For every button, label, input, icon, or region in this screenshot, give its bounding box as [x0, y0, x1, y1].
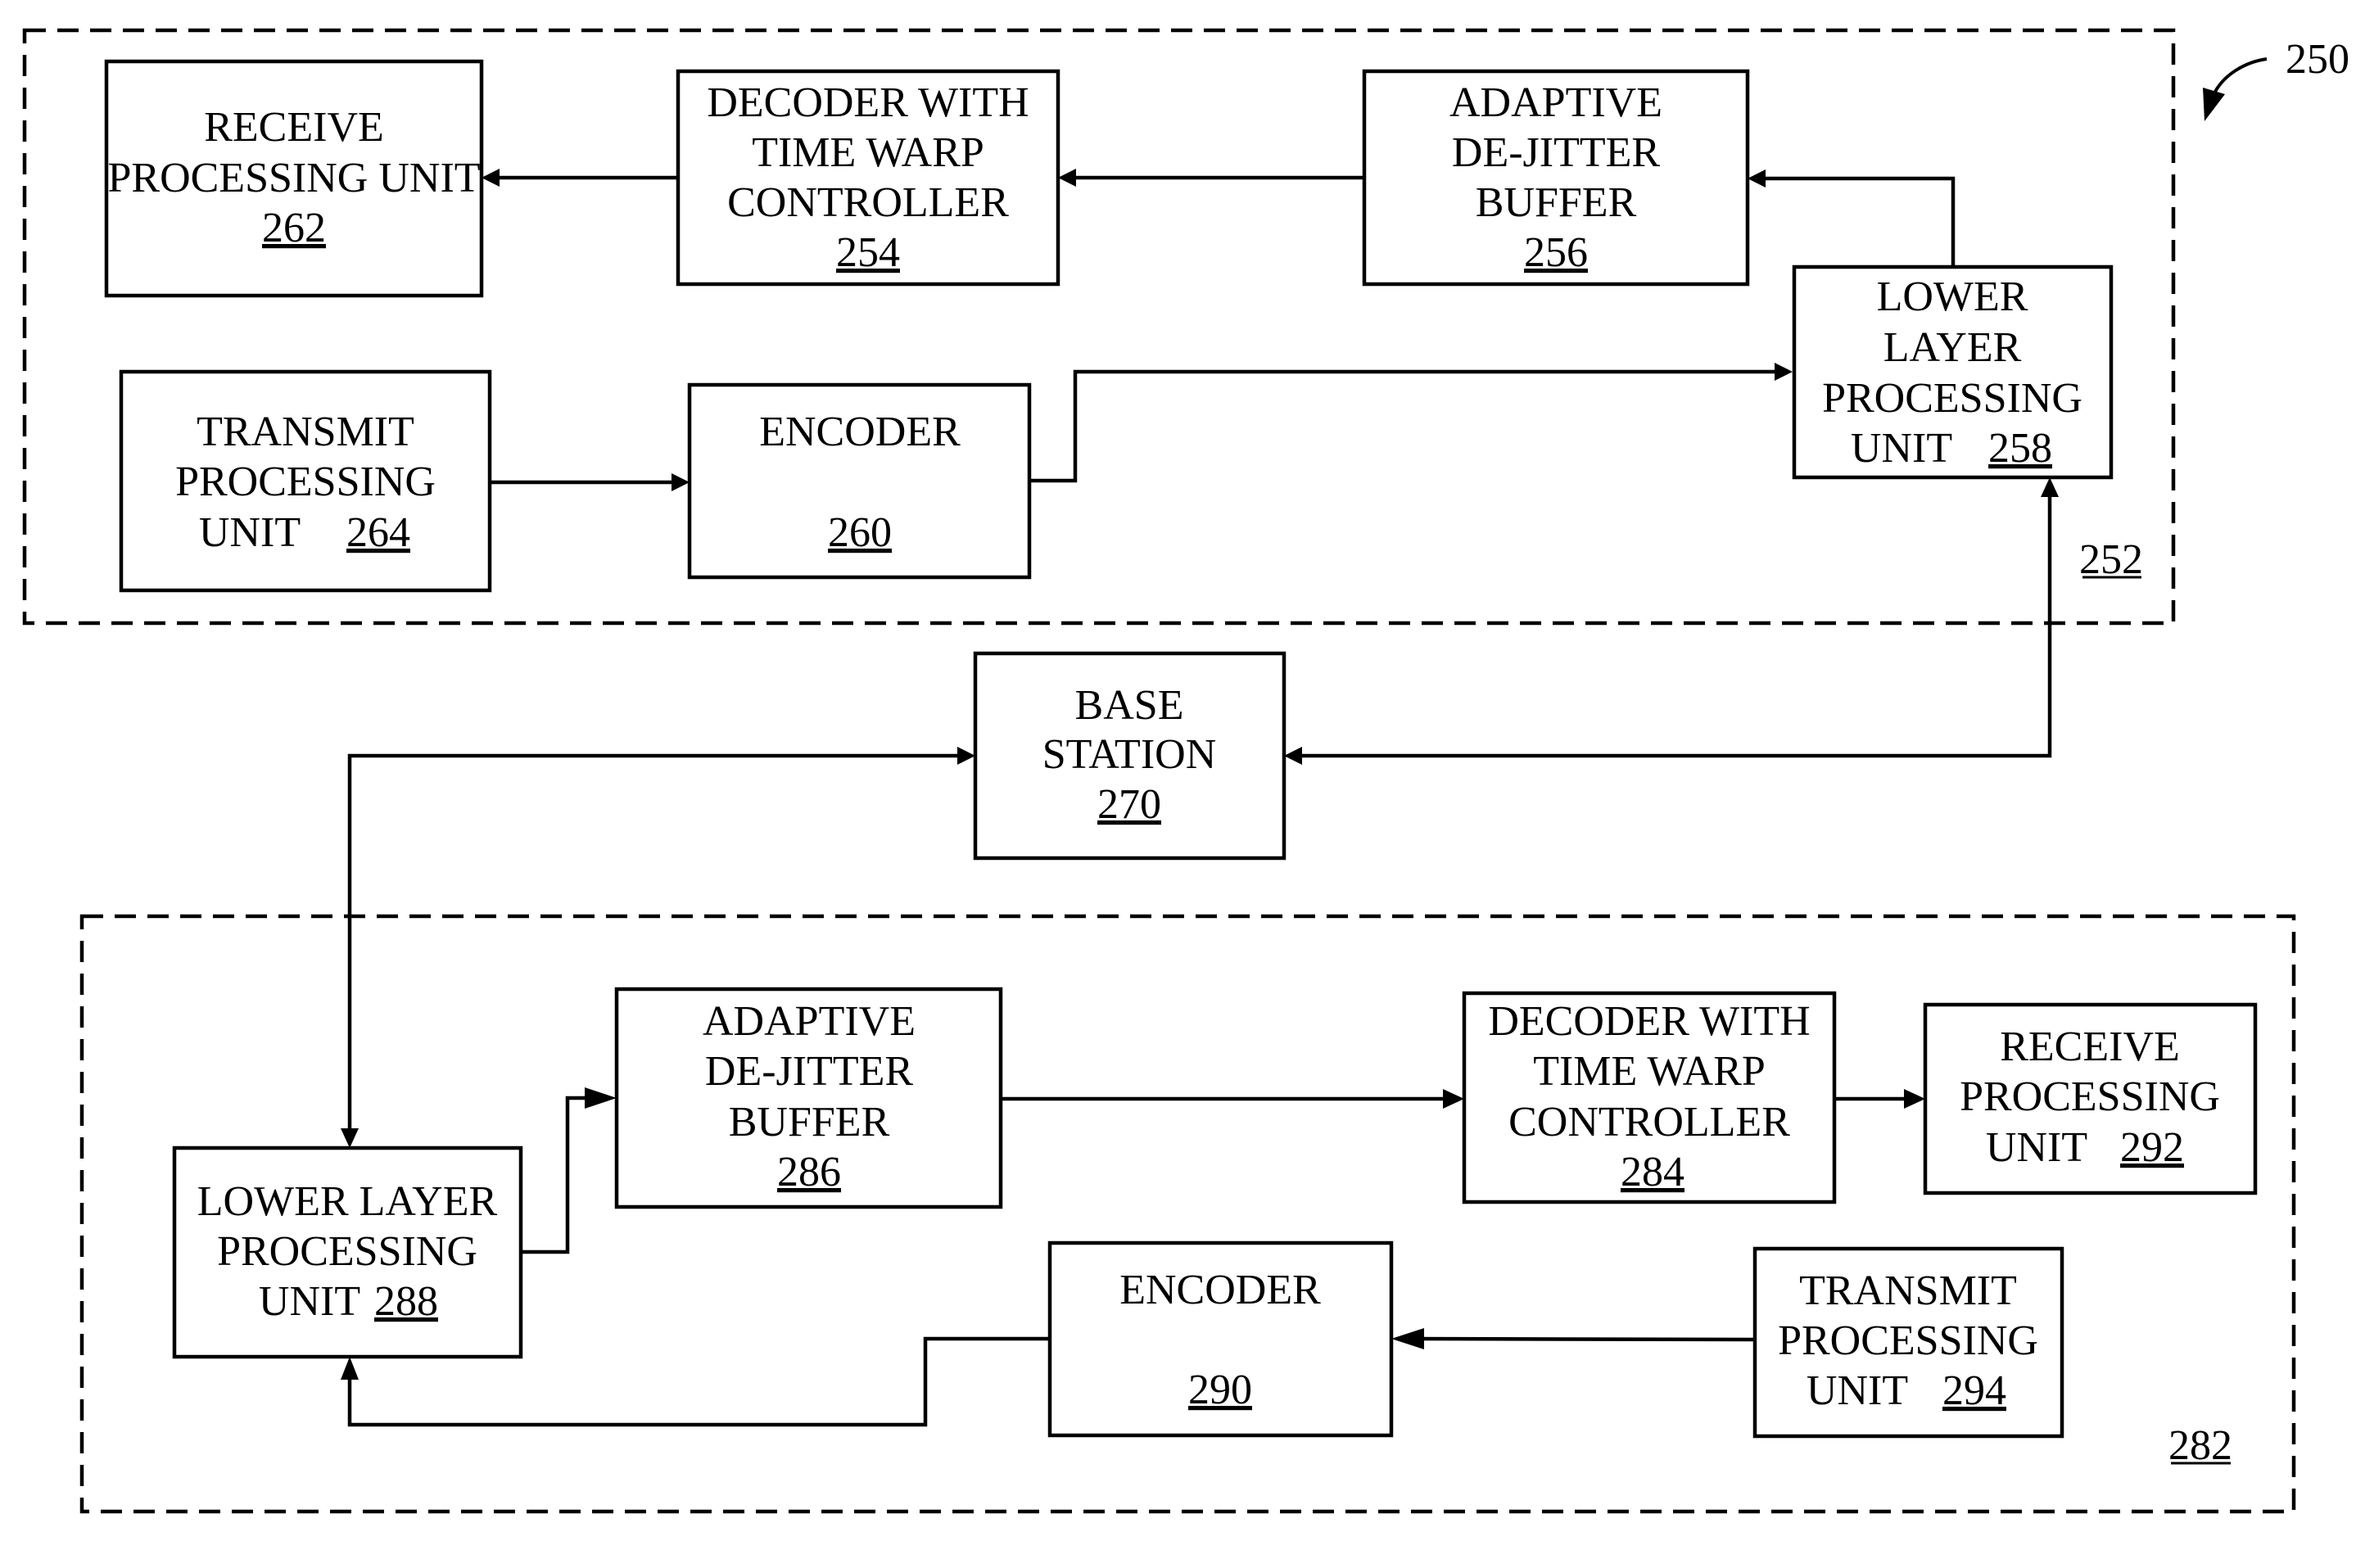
block-label-line: UNIT — [1851, 425, 1952, 472]
block-receive-262[interactable]: RECEIVE PROCESSING UNIT 262 — [104, 59, 484, 298]
block-reference: 260 — [828, 509, 892, 556]
block-reference: 258 — [1988, 425, 2052, 472]
wire-270-to-258 — [1299, 492, 2052, 758]
block-dejitter-256[interactable]: ADAPTIVE DE-JITTER BUFFER 256 — [1362, 69, 1750, 287]
wire-294-to-290 — [1405, 1336, 1756, 1342]
block-label-line: LOWER — [1877, 273, 2028, 320]
block-label-line: STATION — [1042, 731, 1217, 778]
block-lower-layer-258[interactable]: LOWER LAYER PROCESSING UNIT 258 — [1792, 264, 2114, 480]
block-reference: 254 — [836, 229, 900, 276]
block-label-line: PROCESSING — [1960, 1073, 2220, 1120]
block-label-line: ENCODER — [1119, 1267, 1321, 1313]
block-reference: 270 — [1097, 781, 1161, 828]
arrowhead-icon — [482, 169, 500, 187]
block-label-line: PROCESSING — [217, 1228, 477, 1275]
block-label-line: TRANSMIT — [1799, 1268, 2017, 1314]
block-label-line: UNIT — [1807, 1367, 1908, 1414]
curved-arrow-head-icon — [2203, 88, 2225, 121]
block-label-line: LOWER LAYER — [197, 1178, 498, 1225]
block-encoder-260[interactable]: ENCODER 260 — [687, 382, 1032, 580]
arrowhead-icon — [341, 1357, 359, 1380]
arrowhead-icon — [1443, 1089, 1464, 1109]
block-diagram: 250 252 282 RECEIVE PROCESSING UNIT 262 … — [22, 28, 2349, 1514]
arrowhead-icon — [1775, 363, 1793, 381]
block-label-line: BUFFER — [729, 1099, 890, 1145]
block-label-line: PROCESSING — [1778, 1317, 2038, 1364]
arrowhead-icon — [1391, 1328, 1424, 1349]
arrowhead-icon — [1058, 169, 1076, 187]
block-label-line: RECEIVE — [2000, 1023, 2180, 1070]
block-label-line: RECEIVE — [204, 104, 384, 151]
arrowhead-icon — [1904, 1089, 1925, 1109]
block-reference: 262 — [262, 205, 326, 251]
arrowhead-icon — [1284, 747, 1302, 765]
block-decoder-254[interactable]: DECODER WITH TIME WARP CONTROLLER 254 — [676, 69, 1060, 287]
block-label-line: ADAPTIVE — [703, 998, 916, 1045]
block-reference: 294 — [1942, 1367, 2006, 1414]
arrowhead-icon — [672, 473, 690, 491]
figure-reference-label: 250 — [2286, 36, 2349, 83]
arrowhead-icon — [341, 1128, 359, 1148]
block-reference: 288 — [374, 1278, 438, 1325]
wire-260-to-258 — [1029, 369, 1778, 483]
block-label-line: BASE — [1075, 682, 1184, 729]
block-label-line: CONTROLLER — [727, 179, 1009, 226]
block-label-line: PROCESSING — [175, 459, 436, 505]
device-bottom-reference: 282 — [2168, 1422, 2232, 1469]
block-reference: 292 — [2120, 1124, 2184, 1171]
block-label-line: CONTROLLER — [1508, 1099, 1790, 1145]
block-label-line: PROCESSING UNIT — [107, 155, 480, 201]
curved-arrow-icon — [2214, 57, 2268, 93]
block-reference: 286 — [777, 1149, 841, 1195]
arrowhead-icon — [585, 1087, 617, 1109]
block-dejitter-286[interactable]: ADAPTIVE DE-JITTER BUFFER 286 — [614, 987, 1003, 1209]
block-base-station-270[interactable]: BASE STATION 270 — [973, 651, 1287, 861]
block-label-line: PROCESSING — [1822, 375, 2082, 422]
block-label-line: TIME WARP — [752, 129, 984, 176]
block-reference: 290 — [1188, 1367, 1252, 1413]
block-label-line: UNIT — [259, 1278, 360, 1325]
wire-258-to-256 — [1762, 176, 1956, 267]
arrowhead-icon — [1748, 169, 1766, 188]
block-label-line: UNIT — [1986, 1124, 2087, 1171]
block-label-line: DECODER WITH — [1488, 998, 1810, 1045]
arrowhead-icon — [2041, 477, 2059, 497]
block-label-line: BUFFER — [1476, 179, 1637, 226]
block-label-line: TRANSMIT — [197, 409, 414, 455]
wire-288-to-286 — [521, 1096, 602, 1254]
block-decoder-284[interactable]: DECODER WITH TIME WARP CONTROLLER 284 — [1462, 991, 1837, 1204]
block-encoder-290[interactable]: ENCODER 290 — [1047, 1240, 1394, 1438]
block-label-line: ENCODER — [759, 409, 961, 455]
block-label-line: TIME WARP — [1533, 1048, 1766, 1095]
block-label-line: DECODER WITH — [707, 79, 1029, 126]
block-reference: 284 — [1621, 1149, 1684, 1195]
block-label-line: UNIT — [199, 509, 301, 556]
block-label-line: ADAPTIVE — [1449, 79, 1662, 126]
block-reference: 256 — [1524, 229, 1588, 276]
block-reference: 264 — [346, 509, 410, 556]
block-transmit-294[interactable]: TRANSMIT PROCESSING UNIT 294 — [1752, 1246, 2064, 1439]
block-label-line: DE-JITTER — [705, 1048, 913, 1095]
block-lower-layer-288[interactable]: LOWER LAYER PROCESSING UNIT 288 — [172, 1145, 523, 1359]
device-top-reference: 252 — [2079, 536, 2143, 583]
block-label-line: DE-JITTER — [1452, 129, 1660, 176]
block-label-line: LAYER — [1883, 324, 2022, 371]
arrowhead-icon — [957, 747, 975, 765]
figure-reference: 250 — [2203, 36, 2349, 121]
block-receive-292[interactable]: RECEIVE PROCESSING UNIT 292 — [1923, 1002, 2258, 1195]
block-transmit-264[interactable]: TRANSMIT PROCESSING UNIT 264 — [119, 369, 492, 593]
